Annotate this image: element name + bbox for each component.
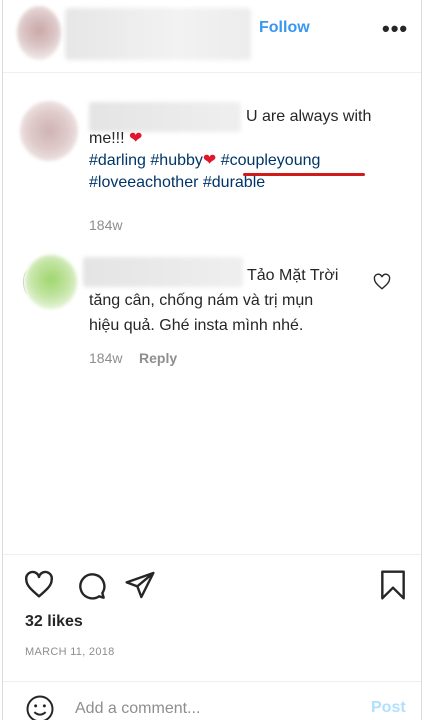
likes-count[interactable]: 32 likes [25,613,83,631]
comment-bubble-icon[interactable] [75,569,107,601]
author-name-blurred[interactable] [65,8,251,60]
comment-line-1: Tảo Mặt Trời [247,267,339,284]
caption-text: U are always with me!!! ❤ #darling #hubb… [89,106,399,194]
follow-button[interactable]: Follow [259,19,310,37]
caption-author-avatar[interactable] [20,101,78,161]
comment-timestamp[interactable]: 184w [89,350,122,366]
comment-input[interactable]: Add a comment... [75,700,200,718]
reply-button[interactable]: Reply [139,350,177,366]
hashtag-durable[interactable]: #durable [203,174,265,191]
caption-text-start: U are always with [246,108,372,125]
post-header: Follow ••• [3,0,421,73]
hashtag-hubby[interactable]: #hubby [150,152,203,169]
paper-plane-icon[interactable] [124,569,156,601]
author-avatar[interactable] [17,6,61,60]
hashtag-loveeachother[interactable]: #loveeachother [89,174,198,191]
comment-text: Tảo Mặt Trời tăng cân, chống nám và trị … [89,263,379,338]
caption-text-me: me!!! [89,130,125,147]
divider [3,554,421,555]
comment-line-3: hiệu quả. Ghé insta mình nhé. [89,317,304,334]
hashtag-darling[interactable]: #darling [89,152,146,169]
bookmark-icon[interactable] [378,569,408,601]
post-comment-button[interactable]: Post [371,699,406,717]
add-comment-bar [3,681,421,720]
comment-line-2: tăng cân, chống nám và trị mụn [89,292,314,309]
heart-outline-icon[interactable] [23,569,55,601]
post-panel: Follow ••• U are always with me!!! ❤ #da… [2,0,422,720]
smiley-icon[interactable] [25,694,55,720]
caption-timestamp[interactable]: 184w [89,217,122,233]
heart-emoji-icon: ❤ [202,152,217,169]
red-underline-annotation [243,173,365,176]
commenter-avatar[interactable] [25,255,77,309]
hashtag-coupleyoung[interactable]: #coupleyoung [221,152,321,169]
post-date[interactable]: MARCH 11, 2018 [25,646,115,658]
comment-like-heart-icon[interactable] [373,273,391,291]
heart-emoji-icon: ❤ [129,130,143,147]
more-options-icon[interactable]: ••• [382,18,408,40]
